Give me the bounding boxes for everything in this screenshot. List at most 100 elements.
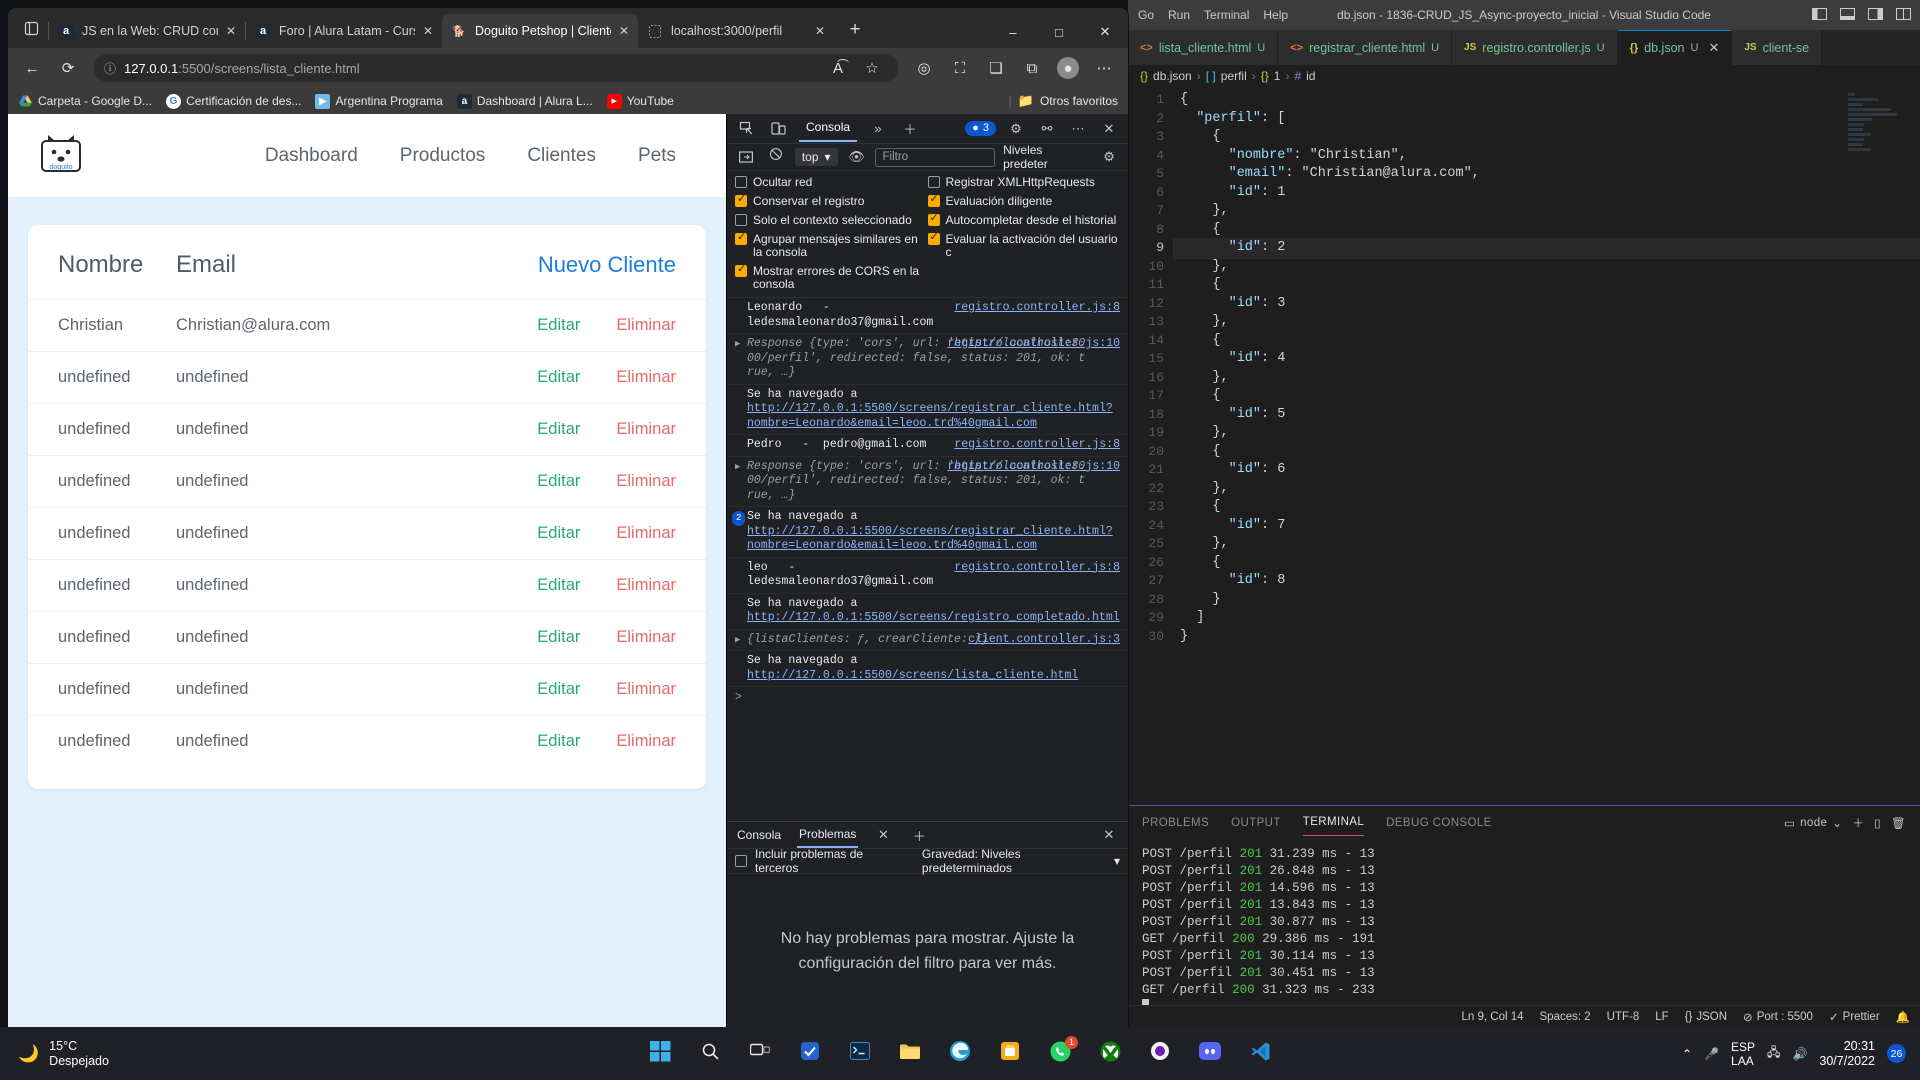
close-icon[interactable]: ✕: [423, 24, 433, 38]
code-line[interactable]: {: [1174, 221, 1920, 240]
status-live-server-port[interactable]: ⊘ Port : 5500: [1743, 1010, 1813, 1024]
delete-link[interactable]: Eliminar: [616, 524, 676, 543]
browser-tab-1[interactable]: a Foro | Alura Latam - Cursos ✕: [246, 14, 442, 48]
close-button[interactable]: ✕: [1082, 16, 1128, 48]
close-icon[interactable]: ✕: [619, 24, 629, 38]
drawer-tab-consola[interactable]: Consola: [735, 824, 783, 847]
start-button[interactable]: [642, 1036, 678, 1072]
browser-essentials-icon[interactable]: ◎: [908, 53, 940, 83]
edit-link[interactable]: Editar: [537, 576, 580, 595]
log-source-link[interactable]: registro.controller.js:10: [947, 460, 1120, 475]
console-log-entry[interactable]: 2 Se ha navegado a http://127.0.0.1:5500/…: [727, 507, 1128, 558]
console-log-entry[interactable]: Se ha navegado a http://127.0.0.1:5500/s…: [727, 651, 1128, 687]
code-line[interactable]: "id": 3: [1174, 295, 1920, 314]
log-url-link[interactable]: http://127.0.0.1:5500/screens/registro_c…: [747, 611, 1120, 624]
close-icon[interactable]: ✕: [872, 824, 894, 846]
code-line[interactable]: },: [1174, 369, 1920, 388]
more-dots-icon[interactable]: ⋯: [1088, 53, 1120, 83]
live-expression-icon[interactable]: 👁: [846, 146, 868, 168]
severity-selector[interactable]: Gravedad: Niveles predeterminados ▾: [922, 847, 1120, 875]
tab-problems[interactable]: PROBLEMS: [1142, 811, 1209, 836]
console-log-entry[interactable]: ▶ registro.controller.js:10 Response {type…: [727, 334, 1128, 385]
delete-link[interactable]: Eliminar: [616, 732, 676, 751]
nav-item-clientes[interactable]: Clientes: [527, 145, 596, 167]
console-log[interactable]: registro.controller.js:8 Leonardo - ledes…: [727, 298, 1128, 821]
plus-icon[interactable]: ＋: [1852, 815, 1864, 831]
code-line[interactable]: "id": 8: [1174, 572, 1920, 591]
drawer-tab-problemas[interactable]: Problemas: [797, 823, 859, 848]
code-line[interactable]: "id": 2: [1173, 238, 1920, 259]
panel-right-icon[interactable]: [1868, 8, 1884, 22]
checkbox-icon[interactable]: [927, 212, 940, 226]
bookmark-youtube[interactable]: ▶ YouTube: [606, 93, 674, 109]
editor-tab-db-json[interactable]: {} db.json U ✕: [1617, 30, 1733, 65]
log-source-link[interactable]: registro.controller.js:8: [954, 438, 1120, 453]
vscode-breadcrumb[interactable]: {} db.json › [ ] perfil › {} 1 › # id: [1128, 65, 1920, 87]
layout-icon[interactable]: [1896, 8, 1912, 22]
checkbox-icon[interactable]: [735, 176, 747, 188]
code-line[interactable]: }: [1174, 591, 1920, 610]
search-button[interactable]: [692, 1036, 728, 1072]
edit-link[interactable]: Editar: [537, 368, 580, 387]
info-circle-icon[interactable]: ⓘ: [104, 60, 116, 77]
code-line[interactable]: {: [1174, 387, 1920, 406]
menu-item-run[interactable]: Run: [1168, 8, 1190, 22]
xbox-app[interactable]: [1092, 1036, 1128, 1072]
console-log-entry[interactable]: registro.controller.js:8 Pedro - pedro@gm…: [727, 435, 1128, 457]
console-setting-checkbox[interactable]: Solo el contexto seleccionado: [735, 214, 928, 227]
code-line[interactable]: "email": "Christian@alura.com",: [1174, 165, 1920, 184]
avatar-icon[interactable]: ●: [1052, 53, 1084, 83]
puzzle-icon[interactable]: ⧉: [1016, 53, 1048, 83]
menu-item-go[interactable]: Go: [1138, 8, 1154, 22]
console-log-entry[interactable]: ▶ registro.controller.js:10 Response {type…: [727, 457, 1128, 507]
log-source-link[interactable]: client.controller.js:3: [968, 633, 1120, 648]
code-line[interactable]: },: [1174, 202, 1920, 221]
checkbox-icon[interactable]: [927, 176, 940, 188]
drawer-tabbar[interactable]: Consola Problemas ✕ ＋ ✕: [727, 822, 1128, 848]
tab-debug-console[interactable]: DEBUG CONSOLE: [1386, 811, 1492, 836]
page-nav[interactable]: Dashboard Productos Clientes Pets: [265, 145, 698, 167]
code-line[interactable]: {: [1174, 443, 1920, 462]
collections-icon[interactable]: ❏: [980, 53, 1012, 83]
log-source-link[interactable]: registro.controller.js:8: [954, 301, 1120, 316]
editor-minimap[interactable]: [1848, 93, 1906, 203]
editor-scrollbar[interactable]: [1906, 87, 1920, 805]
nav-item-dashboard[interactable]: Dashboard: [265, 145, 358, 167]
log-url-link[interactable]: http://127.0.0.1:5500/screens/registrar_…: [747, 402, 1113, 430]
reload-icon[interactable]: ⟳: [52, 53, 84, 83]
browser-tab-2[interactable]: 🐕 Doguito Petshop | Clientes ✕: [442, 14, 638, 48]
checkbox-icon[interactable]: [735, 193, 747, 207]
drawer-close-icon[interactable]: ✕: [1098, 824, 1120, 846]
console-setting-checkbox[interactable]: Conservar el registro: [735, 193, 928, 208]
clear-console-icon[interactable]: 🛇: [765, 146, 787, 168]
new-client-button[interactable]: Nuevo Cliente: [538, 252, 676, 278]
split-terminal-icon[interactable]: ▯: [1874, 816, 1881, 830]
code-line[interactable]: "nombre": "Christian",: [1174, 147, 1920, 166]
log-url-link[interactable]: http://127.0.0.1:5500/screens/registrar_…: [747, 525, 1113, 553]
delete-link[interactable]: Eliminar: [616, 680, 676, 699]
editor-tab-client-service[interactable]: JS client-se: [1732, 30, 1823, 65]
chevron-up-icon[interactable]: ⌃: [1682, 1047, 1692, 1061]
bookmark-carpeta-google-drive[interactable]: Carpeta - Google D...: [18, 94, 152, 109]
close-icon[interactable]: ✕: [1708, 40, 1719, 56]
microphone-icon[interactable]: 🎤: [1704, 1047, 1719, 1061]
console-log-entry[interactable]: registro.controller.js:8 leo - ledesmaleo…: [727, 558, 1128, 594]
console-setting-checkbox[interactable]: Evaluación diligente: [927, 193, 1121, 208]
address-bar[interactable]: ⓘ 127.0.0.1:5500/screens/lista_cliente.h…: [94, 54, 898, 82]
vscode-editor[interactable]: 1 2 3 4 5 6 7 8 9 10 11 12 13 14 15 16 17 18 19 20 21 22 23 24 2…: [1128, 87, 1920, 805]
status-prettier[interactable]: ✓ Prettier: [1829, 1010, 1880, 1024]
trash-icon[interactable]: 🗑: [1891, 816, 1906, 830]
chevron-double-right-icon[interactable]: »: [867, 118, 889, 140]
bookmark-dashboard-alura[interactable]: a Dashboard | Alura L...: [456, 93, 593, 109]
doguito-logo[interactable]: doguito: [36, 131, 86, 181]
panel-left-icon[interactable]: [1812, 8, 1828, 22]
gear-icon[interactable]: ⚙: [1098, 146, 1120, 168]
editor-code-area[interactable]: { "perfil": [ { "nombre": "Christian", "…: [1173, 87, 1920, 805]
split-screen-icon[interactable]: ⛶: [944, 53, 976, 83]
device-toolbar-icon[interactable]: [767, 118, 789, 140]
status-encoding[interactable]: UTF-8: [1607, 1011, 1640, 1023]
code-line[interactable]: }: [1174, 628, 1920, 647]
delete-link[interactable]: Eliminar: [616, 368, 676, 387]
plus-icon[interactable]: ＋: [899, 118, 921, 140]
third-party-checkbox[interactable]: [735, 855, 747, 867]
